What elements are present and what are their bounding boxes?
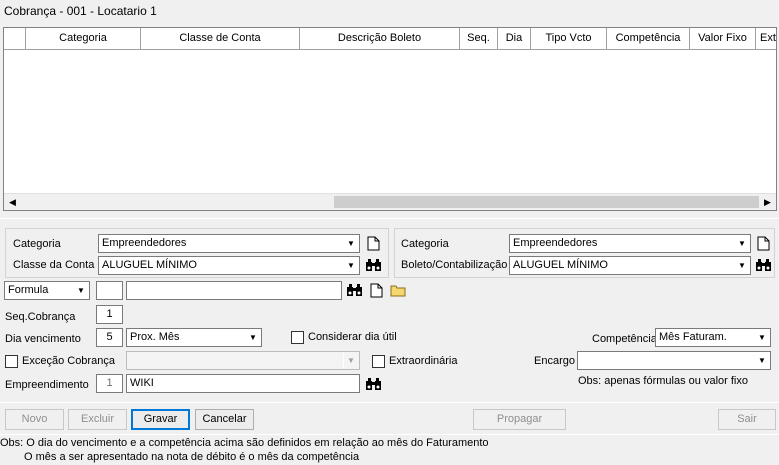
grid-header: Categoria Classe de Conta Descrição Bole… — [4, 28, 776, 50]
formula-code-input[interactable] — [96, 281, 123, 300]
empreendimento-input[interactable]: WIKI — [126, 374, 360, 393]
classe-conta-label: Classe da Conta — [13, 259, 95, 271]
encargo-label: Encargo — [534, 355, 575, 367]
dia-vencimento-label: Dia vencimento — [5, 333, 81, 345]
grid-column-header[interactable]: Valor Fixo — [690, 28, 756, 49]
formula-type-select[interactable]: Formula ▼ — [4, 281, 90, 300]
competencia-value: Mês Faturam. — [659, 331, 727, 343]
excecao-cobranca-checkbox[interactable] — [5, 355, 18, 368]
chevron-down-icon[interactable]: ▼ — [343, 353, 358, 368]
empreendimento-label: Empreendimento — [5, 379, 89, 391]
categoria-label: Categoria — [13, 238, 61, 250]
categoria-right-select[interactable]: Empreendedores ▼ — [509, 234, 751, 253]
formula-description-input[interactable] — [126, 281, 342, 300]
grid-column-header[interactable]: Classe de Conta — [141, 28, 300, 49]
divider — [0, 402, 779, 403]
horizontal-scrollbar[interactable]: ◀ ▶ — [4, 193, 776, 210]
chevron-down-icon[interactable]: ▼ — [343, 236, 358, 251]
grid-column-header[interactable]: Descrição Boleto — [300, 28, 460, 49]
sair-button[interactable]: Sair — [718, 409, 776, 430]
categoria-value: Empreendedores — [102, 237, 187, 249]
new-page-icon[interactable] — [364, 234, 382, 252]
binoculars-icon[interactable] — [345, 281, 363, 299]
grid-column-header[interactable]: Tipo Vcto — [531, 28, 607, 49]
chevron-down-icon[interactable]: ▼ — [343, 258, 358, 273]
boleto-label: Boleto/Contabilização — [401, 259, 508, 271]
binoculars-icon[interactable] — [364, 375, 382, 393]
considerar-dia-util-checkbox[interactable] — [291, 331, 304, 344]
considerar-dia-util-label: Considerar dia útil — [308, 331, 397, 343]
extraordinaria-label: Extraordinária — [389, 355, 458, 367]
formula-type-value: Formula — [8, 284, 49, 296]
chevron-down-icon[interactable]: ▼ — [734, 236, 749, 251]
cancelar-button[interactable]: Cancelar — [195, 409, 254, 430]
chevron-down-icon[interactable]: ▼ — [754, 353, 769, 368]
grid-indicator-column — [4, 28, 26, 49]
new-page-icon[interactable] — [367, 281, 385, 299]
chevron-down-icon[interactable]: ▼ — [245, 330, 260, 345]
categoria-right-label: Categoria — [401, 238, 449, 250]
extraordinaria-checkbox[interactable] — [372, 355, 385, 368]
boleto-select[interactable]: ALUGUEL MÍNIMO ▼ — [509, 256, 751, 275]
chevron-down-icon[interactable]: ▼ — [754, 330, 769, 345]
seq-cobranca-input[interactable]: 1 — [96, 305, 123, 324]
grid-column-header[interactable]: Dia — [498, 28, 531, 49]
footer-note-2: O mês a ser apresentado na nota de débit… — [24, 451, 360, 463]
folder-icon[interactable] — [389, 281, 407, 299]
excecao-cobranca-select[interactable]: ▼ — [126, 351, 360, 370]
classe-conta-select[interactable]: ALUGUEL MÍNIMO ▼ — [98, 256, 360, 275]
encargo-select[interactable]: ▼ — [577, 351, 771, 370]
tipo-vencimento-select[interactable]: Prox. Mês ▼ — [126, 328, 262, 347]
competencia-select[interactable]: Mês Faturam. ▼ — [655, 328, 771, 347]
charges-grid[interactable]: Categoria Classe de Conta Descrição Bole… — [3, 27, 777, 211]
divider — [0, 218, 779, 219]
boleto-value: ALUGUEL MÍNIMO — [513, 259, 608, 271]
binoculars-icon[interactable] — [364, 256, 382, 274]
excluir-button[interactable]: Excluir — [68, 409, 127, 430]
gravar-button[interactable]: Gravar — [131, 409, 190, 430]
encargo-obs-text: Obs: apenas fórmulas ou valor fixo — [578, 375, 748, 387]
grid-column-header[interactable]: Ext — [756, 28, 776, 49]
excecao-cobranca-label: Exceção Cobrança — [22, 355, 115, 367]
propagar-button[interactable]: Propagar — [473, 409, 566, 430]
categoria-select[interactable]: Empreendedores ▼ — [98, 234, 360, 253]
grid-column-header[interactable]: Competência — [607, 28, 690, 49]
seq-cobranca-label: Seq.Cobrança — [5, 311, 76, 323]
chevron-down-icon[interactable]: ▼ — [734, 258, 749, 273]
classe-conta-value: ALUGUEL MÍNIMO — [102, 259, 197, 271]
binoculars-icon[interactable] — [754, 256, 772, 274]
tipo-vencimento-value: Prox. Mês — [130, 331, 180, 343]
competencia-label: Competência — [592, 333, 657, 345]
divider — [0, 434, 779, 435]
scroll-right-icon[interactable]: ▶ — [759, 194, 776, 210]
scroll-left-icon[interactable]: ◀ — [4, 194, 21, 210]
grid-column-header[interactable]: Seq. — [460, 28, 498, 49]
chevron-down-icon[interactable]: ▼ — [73, 283, 88, 298]
empreendimento-code-input[interactable]: 1 — [96, 374, 123, 393]
novo-button[interactable]: Novo — [5, 409, 64, 430]
scrollbar-thumb[interactable] — [334, 196, 759, 208]
new-page-icon[interactable] — [754, 234, 772, 252]
window-title: Cobrança - 001 - Locatario 1 — [4, 4, 157, 18]
categoria-right-value: Empreendedores — [513, 237, 598, 249]
footer-note-1: Obs: O dia do vencimento e a competência… — [0, 437, 489, 449]
grid-column-header[interactable]: Categoria — [26, 28, 141, 49]
dia-vencimento-input[interactable]: 5 — [96, 328, 123, 347]
